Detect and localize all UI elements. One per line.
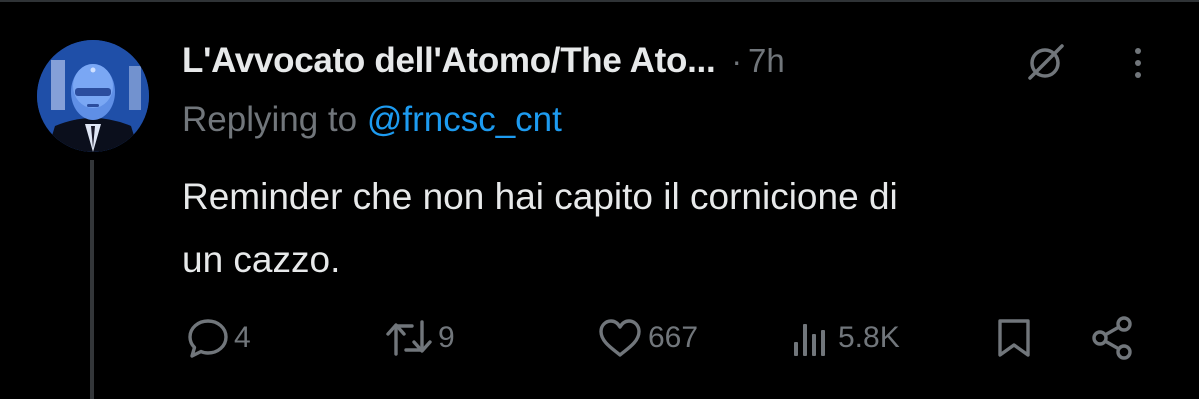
share-button[interactable] <box>1090 316 1136 360</box>
repost-button[interactable]: 9 <box>384 316 455 360</box>
share-icon <box>1090 315 1136 361</box>
views-button[interactable]: 5.8K <box>790 316 900 360</box>
repost-icon <box>384 316 434 360</box>
reply-prefix: Replying to <box>182 100 358 139</box>
reply-icon <box>186 316 230 360</box>
timestamp[interactable]: 7h <box>748 42 785 80</box>
like-icon <box>596 316 644 360</box>
display-name[interactable]: L'Avvocato dell'Atomo/The Ato... <box>182 41 716 81</box>
reply-handle-link[interactable]: @frncsc_cnt <box>367 100 562 139</box>
bookmark-icon <box>994 316 1034 360</box>
bookmark-button[interactable] <box>994 316 1034 360</box>
avatar-image <box>37 40 149 152</box>
tweet-text: Reminder che non hai capito il cornicion… <box>182 165 1142 291</box>
reply-context: Replying to @frncsc_cnt <box>182 100 562 140</box>
tweet-header: L'Avvocato dell'Atomo/The Ato... · 7h <box>182 38 1172 84</box>
repost-count: 9 <box>438 321 455 354</box>
reply-button[interactable]: 4 <box>186 316 251 360</box>
thread-line <box>90 160 94 399</box>
avatar[interactable] <box>37 40 149 152</box>
like-button[interactable]: 667 <box>596 316 698 360</box>
separator-dot: · <box>731 42 743 79</box>
reply-count: 4 <box>234 321 251 354</box>
like-count: 667 <box>648 321 699 354</box>
grok-icon[interactable] <box>1024 42 1066 82</box>
views-icon <box>790 316 834 360</box>
tweet-text-line: un cazzo. <box>182 239 341 280</box>
more-icon[interactable] <box>1132 46 1144 80</box>
views-count: 5.8K <box>838 321 900 354</box>
tweet-text-line: Reminder che non hai capito il cornicion… <box>182 176 898 217</box>
top-divider <box>0 0 1199 2</box>
